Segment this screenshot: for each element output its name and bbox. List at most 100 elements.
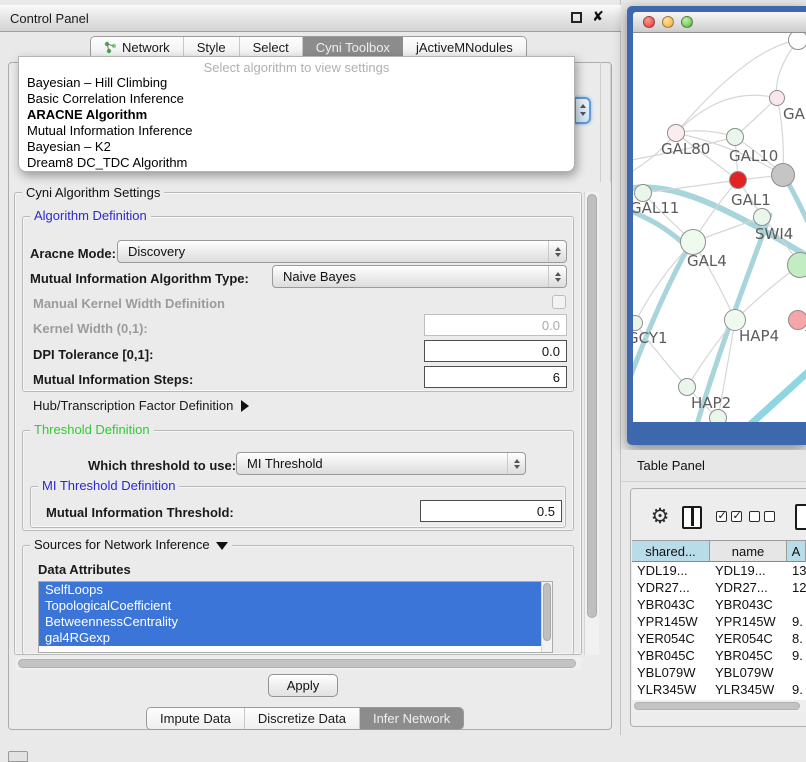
tab-label: Select	[253, 40, 289, 55]
table-row[interactable]: YLR345WYLR345W9.	[632, 681, 806, 698]
columns-icon[interactable]	[682, 506, 702, 529]
table-cell: YBR043C	[710, 596, 787, 613]
network-icon	[104, 41, 117, 54]
table-cell: YDR27...	[710, 579, 787, 596]
data-attribute-item[interactable]: gal4RGexp	[39, 630, 541, 646]
tab-cyni-toolbox[interactable]: Cyni Toolbox	[303, 37, 403, 58]
bottom-tab-infer-network[interactable]: Infer Network	[360, 708, 463, 729]
network-edge[interactable]	[676, 40, 798, 133]
manual-kernel-width-checkbox[interactable]	[552, 295, 566, 309]
table-row[interactable]: YPR145WYPR145W9.	[632, 613, 806, 630]
node-attribute-table[interactable]: shared...nameA YDL19...YDL19...13YDR27..…	[632, 540, 806, 700]
settings-vertical-scrollbar-thumb[interactable]	[587, 194, 597, 618]
sources-group-title[interactable]: Sources for Network Inference	[30, 538, 232, 552]
document-icon[interactable]	[795, 504, 806, 530]
table-row[interactable]: YBL079WYBL079W	[632, 664, 806, 681]
tab-label: Cyni Toolbox	[316, 40, 390, 55]
kernel-width-field[interactable]: 0.0	[424, 314, 567, 336]
algorithm-dropdown-placeholder: Select algorithm to view settings	[19, 57, 574, 75]
algorithm-option[interactable]: ARACNE Algorithm	[19, 107, 574, 123]
network-edge[interactable]	[741, 363, 806, 422]
table-row[interactable]: YER054CYER054C8.	[632, 630, 806, 647]
data-attribute-item[interactable]: TopologicalCoefficient	[39, 598, 541, 614]
bottom-tab-label: Discretize Data	[258, 711, 346, 726]
data-attribute-item[interactable]: SelfLoops	[39, 582, 541, 598]
network-node-gal1[interactable]	[729, 171, 747, 189]
tab-jactivemnodules[interactable]: jActiveMNodules	[403, 37, 526, 58]
tab-network[interactable]: Network	[91, 37, 184, 58]
network-node[interactable]	[709, 409, 727, 422]
hub-factor-expander[interactable]: Hub/Transcription Factor Definition	[33, 398, 249, 413]
close-panel-icon[interactable]: ✘	[590, 8, 606, 26]
algorithm-combo-arrow-button[interactable]	[574, 97, 591, 124]
minimize-window-icon[interactable]	[662, 16, 674, 28]
network-node[interactable]	[788, 33, 806, 50]
network-node[interactable]	[787, 252, 806, 278]
algorithm-option[interactable]: Basic Correlation Inference	[19, 91, 574, 107]
control-panel-titlebar: Control Panel	[0, 5, 621, 32]
mi-steps-field[interactable]: 6	[424, 366, 567, 388]
attributes-list-scrollbar[interactable]	[541, 582, 552, 652]
table-row[interactable]: YBR043CYBR043C	[632, 596, 806, 613]
bottom-tab-label: Infer Network	[373, 711, 450, 726]
column-header-a[interactable]: A	[787, 541, 806, 562]
float-panel-icon[interactable]	[571, 12, 582, 23]
data-attribute-item[interactable]: BetweennessCentrality	[39, 614, 541, 630]
network-node[interactable]	[771, 163, 795, 187]
network-node-gal10[interactable]	[726, 128, 744, 146]
network-node-gal[interactable]	[769, 90, 785, 106]
mi-algorithm-type-label: Mutual Information Algorithm Type:	[30, 271, 249, 286]
deselect-all-checkboxes-icon[interactable]	[749, 511, 775, 522]
node-label-gal: GAL	[783, 105, 806, 123]
network-view-window[interactable]: GALGAL80GAL10GAL1GAL11SWI4GAL4GCY1HAP4YH…	[627, 6, 806, 445]
table-cell: 9.	[787, 613, 806, 630]
network-node-swi4[interactable]	[753, 208, 771, 226]
tab-select[interactable]: Select	[240, 37, 303, 58]
table-row[interactable]: YBR045CYBR045C9.	[632, 647, 806, 664]
algorithm-option[interactable]: Dream8 DC_TDC Algorithm	[19, 155, 574, 171]
select-all-checkboxes-icon[interactable]	[716, 511, 742, 522]
data-attributes-list[interactable]: SelfLoopsTopologicalCoefficientBetweenne…	[38, 581, 553, 653]
bottom-tab-discretize-data[interactable]: Discretize Data	[245, 708, 360, 729]
node-label-hap4: HAP4	[739, 327, 779, 345]
close-window-icon[interactable]	[643, 16, 655, 28]
dpi-tolerance-value: 0.0	[542, 344, 560, 359]
tab-style[interactable]: Style	[184, 37, 240, 58]
table-cell: 12	[787, 579, 806, 596]
network-edge[interactable]	[676, 95, 777, 133]
table-horizontal-scrollbar-thumb[interactable]	[634, 702, 800, 710]
which-threshold-combo[interactable]: MI Threshold	[236, 452, 526, 475]
table-cell: YER054C	[710, 630, 787, 647]
settings-horizontal-scrollbar[interactable]	[16, 657, 582, 670]
network-window-titlebar[interactable]	[633, 12, 806, 33]
mi-threshold-field[interactable]: 0.5	[420, 500, 562, 522]
network-canvas[interactable]: GALGAL80GAL10GAL1GAL11SWI4GAL4GCY1HAP4YH…	[633, 33, 806, 422]
settings-horizontal-scrollbar-thumb[interactable]	[18, 659, 576, 668]
mi-threshold-value: 0.5	[537, 504, 555, 519]
zoom-window-icon[interactable]	[681, 16, 693, 28]
table-cell: 13	[787, 562, 806, 579]
network-node-y[interactable]	[788, 310, 806, 330]
table-row[interactable]: YDR27...YDR27...12	[632, 579, 806, 596]
which-threshold-value: MI Threshold	[237, 456, 507, 471]
attributes-list-scrollbar-thumb[interactable]	[543, 583, 551, 641]
table-horizontal-scrollbar[interactable]	[632, 700, 806, 712]
apply-button[interactable]: Apply	[268, 674, 338, 697]
kernel-width-label: Kernel Width (0,1):	[33, 321, 148, 336]
column-header-name[interactable]: name	[710, 541, 787, 562]
column-header-shared[interactable]: shared...	[632, 541, 710, 562]
table-row[interactable]: YDL19...YDL19...13	[632, 562, 806, 579]
table-cell: YBR043C	[632, 596, 710, 613]
aracne-mode-combo[interactable]: Discovery	[117, 240, 567, 263]
dpi-tolerance-field[interactable]: 0.0	[424, 340, 567, 362]
algorithm-option[interactable]: Bayesian – Hill Climbing	[19, 75, 574, 91]
algorithm-definition-title: Algorithm Definition	[30, 209, 151, 223]
bottom-tab-impute-data[interactable]: Impute Data	[147, 708, 245, 729]
algorithm-option[interactable]: Bayesian – K2	[19, 139, 574, 155]
algorithm-option[interactable]: Mutual Information Inference	[19, 123, 574, 139]
mi-algorithm-type-combo[interactable]: Naive Bayes	[272, 265, 567, 288]
gear-icon[interactable]: ⚙	[648, 505, 672, 529]
docked-panel-icon[interactable]	[8, 751, 28, 762]
settings-vertical-scrollbar[interactable]	[584, 192, 599, 655]
spinner-arrows-icon	[548, 266, 566, 287]
